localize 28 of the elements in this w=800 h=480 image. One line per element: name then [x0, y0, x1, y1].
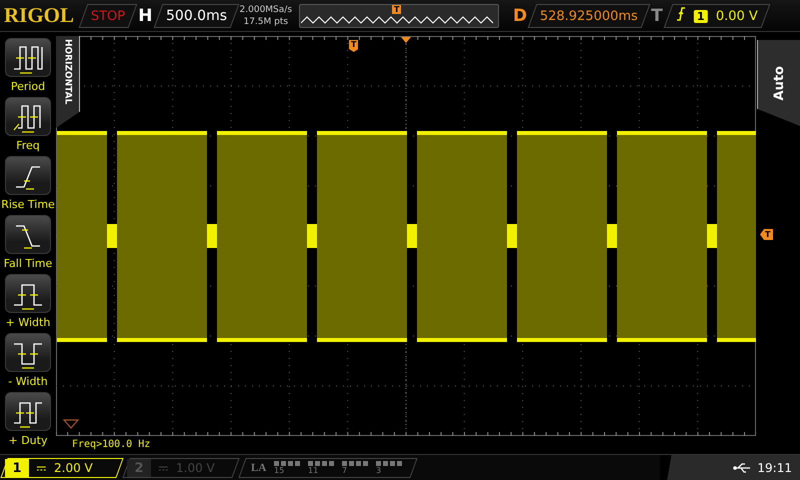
logic-channel-icon — [308, 460, 334, 466]
logic-channel-icon — [342, 460, 368, 466]
delay-label: D — [513, 6, 528, 26]
brand-logo: RIGOL — [4, 3, 74, 28]
logic-channel-icon — [274, 460, 300, 466]
timebase-label: H — [138, 6, 153, 26]
clock-time: 19:11 — [757, 460, 792, 474]
auto-menu-tab[interactable]: Auto — [757, 40, 800, 126]
rising-edge-icon — [676, 6, 686, 20]
dc-coupling-icon — [37, 465, 46, 470]
ground-marker-icon — [62, 419, 80, 429]
trigger-label: T — [651, 6, 663, 26]
channel-tab[interactable]: 1 2.00 V — [0, 458, 124, 478]
trigger-position-marker: T — [349, 40, 358, 52]
logic-analyzer-tab[interactable]: LA 15 11 7 3 — [238, 458, 418, 478]
trigger-field[interactable]: 1 0.00 V — [663, 4, 770, 28]
usb-icon — [733, 462, 752, 472]
overview-trigger-marker: T — [392, 4, 402, 14]
delay-field[interactable]: 528.925000ms — [528, 4, 651, 28]
trigger-offset-icon — [401, 37, 411, 43]
logic-channel-icon — [376, 460, 402, 466]
timebase-field[interactable]: 500.0ms — [153, 4, 239, 28]
trigger-level-marker: T — [760, 229, 774, 240]
horizontal-menu-tab[interactable]: HORIZONTAL — [56, 36, 80, 128]
memory-depth: 17.5M pts — [243, 16, 288, 28]
dc-coupling-icon — [159, 465, 168, 470]
measurement-readout: Freq>100.0 Hz — [71, 438, 152, 450]
sample-rate: 2.000MSa/s — [240, 4, 292, 16]
